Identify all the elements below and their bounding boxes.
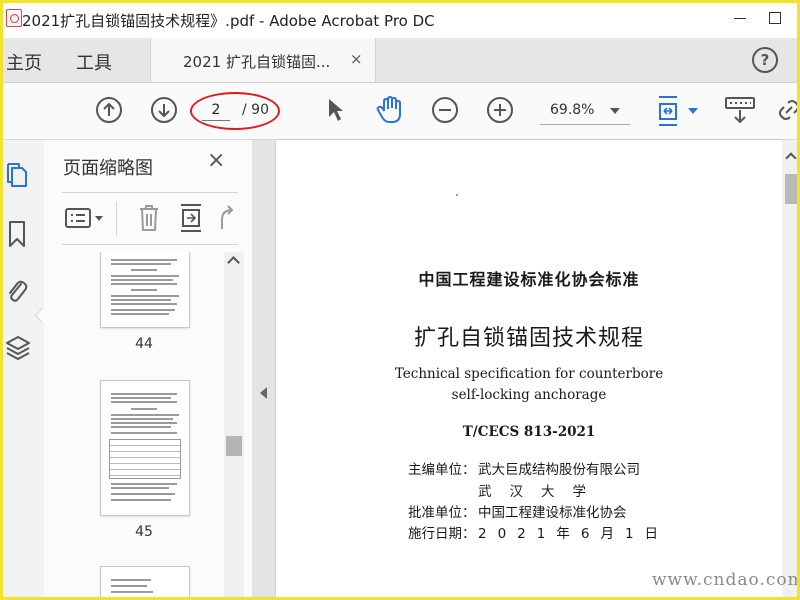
options-menu-icon[interactable]: [64, 206, 108, 230]
document-scrollbar[interactable]: [782, 140, 800, 600]
chevron-down-icon[interactable]: [688, 108, 698, 114]
fit-page-icon[interactable]: [656, 95, 686, 127]
document-english-title-1: Technical specification for counterbore: [394, 366, 664, 382]
zoom-value: 69.8%: [550, 102, 595, 118]
zoom-in-button[interactable]: [487, 97, 513, 123]
scrollbar-thumb[interactable]: [785, 174, 797, 204]
watermark: www.cndao.com: [652, 570, 800, 590]
extract-page-icon[interactable]: [178, 202, 204, 234]
arrow-up-icon: [103, 102, 115, 116]
close-panel-icon[interactable]: ×: [207, 150, 225, 172]
minimize-icon[interactable]: [726, 4, 756, 32]
tab-home[interactable]: 主页: [6, 49, 42, 75]
chevron-up-icon[interactable]: [227, 256, 240, 269]
page-thumbnails-icon[interactable]: [5, 162, 29, 190]
delete-page-icon[interactable]: [137, 203, 161, 233]
attachment-icon[interactable]: [5, 276, 29, 306]
navigation-rail: [0, 140, 51, 600]
info-label: 批准单位：: [408, 505, 476, 521]
link-icon[interactable]: [778, 99, 800, 121]
zoom-dropdown[interactable]: 69.8%: [540, 98, 630, 125]
minus-icon: [439, 109, 451, 111]
collapse-left-icon[interactable]: [260, 387, 267, 399]
zoom-out-button[interactable]: [432, 97, 458, 123]
previous-page-button[interactable]: [96, 97, 122, 123]
thumbnail-tools: [62, 196, 238, 242]
tab-tools[interactable]: 工具: [76, 49, 112, 75]
help-icon[interactable]: ?: [752, 47, 778, 73]
main-toolbar: / 90 69.8%: [0, 83, 800, 140]
panel-title: 页面缩略图: [63, 158, 153, 179]
page-speck: [456, 194, 458, 196]
tab-bar: 主页 工具 2021 扩孔自锁锚固... × ?: [0, 38, 800, 83]
hand-tool-icon[interactable]: [375, 95, 405, 125]
document-code: T/CECS 813-2021: [462, 424, 596, 440]
thumbnail-page-46[interactable]: [100, 566, 190, 600]
arrow-down-icon: [158, 104, 170, 118]
document-page: 中国工程建设标准化协会标准 扩孔自锁锚固技术规程 Technical speci…: [276, 140, 782, 600]
thumbnail-page-number: 44: [135, 336, 153, 352]
tool-divider: [116, 202, 117, 236]
thumbnail-scrollbar[interactable]: [224, 252, 244, 600]
select-cursor-icon[interactable]: [326, 97, 346, 123]
panel-collapse-strip[interactable]: [252, 140, 276, 600]
close-tab-icon[interactable]: ×: [350, 50, 363, 68]
divider: [62, 244, 238, 245]
divider: [62, 192, 238, 193]
page-thumbnails-panel: 页面缩略图 × 44 45: [44, 140, 253, 600]
info-label: 施行日期：: [408, 526, 476, 542]
document-org: 中国工程建设标准化协会标准: [418, 270, 640, 289]
document-title: 扩孔自锁锚固技术规程: [413, 326, 644, 351]
layers-icon[interactable]: [5, 334, 31, 362]
page-number-highlight: [190, 92, 280, 130]
rotate-page-icon[interactable]: [216, 204, 238, 232]
scrollbar-thumb[interactable]: [226, 436, 242, 456]
document-tab-label: 2021 扩孔自锁锚固...: [183, 53, 331, 71]
plus-icon: [494, 104, 506, 116]
keyboard-download-icon[interactable]: [724, 95, 756, 125]
maximize-icon[interactable]: [760, 4, 790, 32]
thumbnail-page-number: 45: [135, 524, 153, 540]
document-english-title-2: self-locking anchorage: [451, 387, 607, 403]
acrobat-app-icon: [6, 9, 22, 27]
info-label: 主编单位：: [408, 462, 476, 478]
next-page-button[interactable]: [151, 97, 177, 123]
bookmark-icon[interactable]: [5, 220, 29, 248]
info-value: 武汉大学: [478, 484, 604, 500]
thumbnail-list: 44 45: [62, 252, 224, 600]
thumbnail-page-45[interactable]: [100, 380, 190, 516]
chevron-down-icon: [610, 108, 620, 114]
info-value: 武大巨成结构股份有限公司: [478, 462, 640, 478]
info-value: 中国工程建设标准化协会: [478, 505, 627, 521]
document-info-row: 主编单位： 武大巨成结构股份有限公司: [408, 458, 640, 478]
chevron-up-icon[interactable]: [785, 152, 797, 164]
tab-document[interactable]: 2021 扩孔自锁锚固... ×: [150, 38, 376, 82]
document-info-row: 武汉大学: [408, 480, 604, 500]
window-title: 2021扩孔自锁锚固技术规程》.pdf - Adobe Acrobat Pro …: [22, 12, 435, 30]
title-bar: 2021扩孔自锁锚固技术规程》.pdf - Adobe Acrobat Pro …: [0, 0, 800, 38]
document-info-row: 施行日期： 2021年6月1日: [408, 522, 669, 542]
document-info-row: 批准单位： 中国工程建设标准化协会: [408, 501, 627, 521]
info-value: 2021年6月1日: [478, 526, 670, 542]
thumbnail-page-44[interactable]: [100, 252, 190, 328]
